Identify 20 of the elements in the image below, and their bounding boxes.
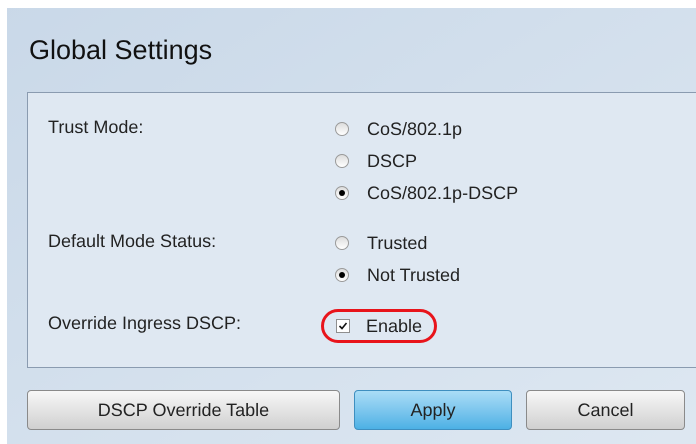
option-label: DSCP bbox=[367, 150, 418, 172]
action-button[interactable]: Apply bbox=[354, 390, 512, 430]
page-title: Global Settings bbox=[29, 34, 212, 66]
check-icon bbox=[338, 321, 348, 331]
radio-button[interactable] bbox=[335, 154, 349, 168]
radio-button[interactable] bbox=[335, 268, 349, 282]
field-label: Trust Mode: bbox=[48, 116, 144, 139]
checkbox[interactable] bbox=[336, 319, 350, 333]
radio-button[interactable] bbox=[335, 122, 349, 136]
option-label: Not Trusted bbox=[367, 264, 460, 286]
radio-button[interactable] bbox=[335, 186, 349, 200]
action-button[interactable]: DSCP Override Table bbox=[27, 390, 340, 430]
field-label: Override Ingress DSCP: bbox=[48, 312, 242, 335]
action-button[interactable]: Cancel bbox=[526, 390, 685, 430]
option-label: CoS/802.1p-DSCP bbox=[367, 182, 518, 205]
option-label: Trusted bbox=[367, 232, 428, 254]
option-label: CoS/802.1p bbox=[367, 118, 462, 141]
option-label: Enable bbox=[366, 314, 422, 338]
field-label: Default Mode Status: bbox=[48, 230, 218, 253]
radio-button[interactable] bbox=[335, 236, 349, 250]
